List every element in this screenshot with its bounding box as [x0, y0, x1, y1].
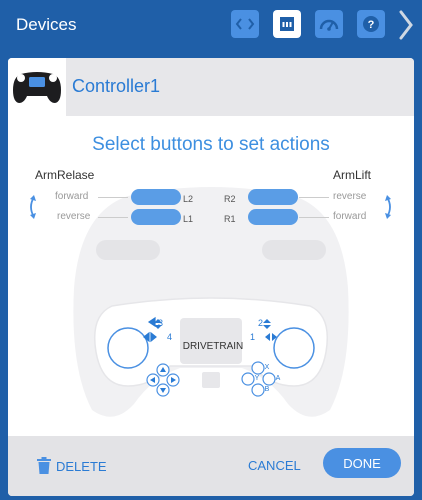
- page-title: Devices: [16, 15, 77, 34]
- right-joystick[interactable]: [273, 327, 315, 369]
- r1-action-button[interactable]: [248, 209, 298, 225]
- dashboard-tab-button[interactable]: [315, 10, 343, 38]
- svg-text:?: ?: [368, 19, 375, 31]
- left-joystick[interactable]: [107, 327, 149, 369]
- done-button[interactable]: DONE: [323, 448, 401, 478]
- y-button-label: Y: [254, 375, 260, 382]
- help-tab-button[interactable]: ?: [357, 10, 385, 38]
- r2-action-button[interactable]: [248, 189, 298, 205]
- delete-button[interactable]: DELETE: [36, 457, 107, 475]
- chevron-right-icon[interactable]: [396, 8, 416, 42]
- action-bar: DELETE CANCEL DONE: [8, 436, 414, 496]
- left-reverse-label: reverse: [57, 211, 91, 222]
- trash-icon: [37, 457, 51, 474]
- left-forward-label: forward: [55, 191, 89, 202]
- device-name: Controller1: [72, 76, 161, 96]
- axis-4-label: 4: [167, 332, 173, 342]
- delete-label: DELETE: [56, 458, 107, 474]
- x-button-label: X: [264, 364, 270, 371]
- r1-label: R1: [224, 214, 236, 224]
- code-brackets-icon: [235, 18, 255, 30]
- help-icon: ?: [363, 16, 379, 32]
- right-reverse-label: reverse: [333, 191, 367, 202]
- dashboard-gauge-icon: [319, 19, 339, 31]
- axis-3-label: 3: [158, 318, 164, 328]
- device-port-icon: [280, 17, 294, 31]
- gamepad-icon: [13, 72, 61, 103]
- right-group-title: ArmLift: [333, 168, 372, 182]
- right-forward-label: forward: [333, 211, 367, 222]
- device-icon-box: [8, 58, 66, 116]
- left-swap-arrows-icon[interactable]: [26, 194, 38, 220]
- r2-label: R2: [224, 194, 236, 204]
- axis-1-label: 1: [250, 332, 256, 342]
- left-group-title: ArmRelase: [35, 168, 95, 182]
- l1-action-button[interactable]: [131, 209, 181, 225]
- b-button-label: B: [264, 386, 270, 393]
- top-bar: Devices ?: [0, 0, 422, 54]
- devices-tab-button[interactable]: [273, 10, 301, 38]
- right-swap-arrows-icon[interactable]: [383, 194, 395, 220]
- drivetrain-label: DRIVETRAIN: [182, 341, 244, 352]
- a-button-label: A: [275, 375, 281, 382]
- instructions-heading: Select buttons to set actions: [92, 134, 330, 155]
- l1-label: L1: [183, 214, 194, 224]
- code-tab-button[interactable]: [231, 10, 259, 38]
- device-panel: Controller1 Select buttons to set action…: [8, 58, 414, 496]
- device-row[interactable]: Controller1: [8, 58, 414, 116]
- cancel-button[interactable]: CANCEL: [248, 458, 301, 473]
- axis-2-label: 2: [258, 318, 264, 328]
- l2-action-button[interactable]: [131, 189, 181, 205]
- l2-label: L2: [183, 194, 194, 204]
